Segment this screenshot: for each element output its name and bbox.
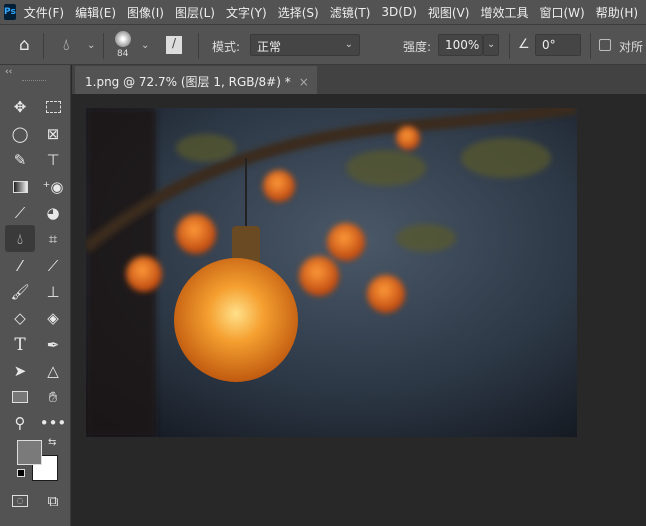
pen-tool-icon[interactable]: ✒︎ (40, 333, 66, 357)
options-bar: ⌂ 💧︎ ⌄ 84 ⌄ / 模式: 正常 ⌄ 强度: 100% ⌄ ∠ 0° 对所 (0, 24, 646, 65)
chevron-down-icon: ⌄ (344, 39, 353, 50)
blur-tool-preset-icon[interactable]: 💧︎ (63, 35, 69, 55)
move-tool-icon[interactable]: ✥ (7, 95, 33, 119)
divider (198, 33, 199, 59)
photoshop-logo: Ps (4, 4, 16, 20)
divider (103, 33, 104, 59)
menu-plugins[interactable]: 增效工具 (480, 4, 528, 21)
more-tools-icon[interactable]: ••• (40, 411, 67, 435)
brush-settings-icon[interactable]: / (166, 36, 182, 54)
menu-select[interactable]: 选择(S) (278, 4, 319, 21)
swap-colors-icon[interactable]: ⇆ (48, 437, 56, 448)
strength-dropdown[interactable]: ⌄ (483, 34, 499, 56)
rectangle-tool-icon[interactable] (7, 385, 33, 409)
strength-label: 强度: (403, 40, 432, 54)
menu-layer[interactable]: 图层(L) (175, 4, 215, 21)
lasso-tool-icon[interactable]: ◯ (7, 122, 33, 146)
frame-tool-icon[interactable]: ⊠ (40, 122, 66, 146)
brush-preview-icon[interactable] (115, 31, 131, 47)
hand-tool-icon[interactable]: ✋︎ (40, 385, 66, 409)
menu-3d[interactable]: 3D(D) (381, 5, 416, 19)
paint-bucket-tool-icon[interactable]: ◈ (40, 306, 66, 330)
zoom-tool-icon[interactable]: ⚲ (7, 411, 33, 435)
tools-panel: ‹‹ ✥ ◯ ⊠ ✎ ⊤ ⁺◉ ⟋ ◕ 💧︎ ⌗ ⁄ ⟋ 🖌︎ ⊥ ◇ ◈ T … (0, 65, 71, 526)
brush-tool-icon[interactable]: 🖌︎ (7, 280, 33, 304)
menu-image[interactable]: 图像(I) (127, 4, 164, 21)
chevron-down-icon: ⌄ (487, 39, 496, 50)
chevron-down-icon[interactable]: ⌄ (141, 40, 149, 51)
document-tab[interactable]: 1.png @ 72.7% (图层 1, RGB/8#) * × (75, 66, 317, 94)
divider (43, 33, 44, 59)
chevron-down-icon[interactable]: ⌄ (87, 40, 95, 51)
path-selection-tool-icon[interactable]: ➤ (7, 359, 33, 383)
menu-window[interactable]: 窗口(W) (539, 4, 584, 21)
crop-tool-icon[interactable]: ⌗ (40, 227, 66, 251)
menu-bar: Ps 文件(F) 编辑(E) 图像(I) 图层(L) 文字(Y) 选择(S) 滤… (0, 0, 646, 24)
sample-all-layers-checkbox[interactable] (599, 39, 611, 51)
foreground-color-swatch[interactable] (17, 440, 42, 465)
eyedropper-tool-icon[interactable]: ⟋ (7, 201, 33, 225)
panel-grip[interactable] (22, 80, 46, 82)
home-icon[interactable]: ⌂ (19, 35, 30, 55)
angle-input[interactable]: 0° (535, 34, 581, 56)
document-tab-title: 1.png @ 72.7% (图层 1, RGB/8#) * (85, 75, 291, 89)
quick-selection-tool-icon[interactable]: ✎ (7, 148, 33, 172)
sample-all-layers-label: 对所 (619, 40, 644, 54)
collapse-panel-button[interactable]: ‹‹ (5, 67, 12, 77)
document-tab-bar: 1.png @ 72.7% (图层 1, RGB/8#) * × (72, 65, 646, 94)
blur-tool-icon[interactable]: 💧︎ (5, 225, 35, 252)
strength-input[interactable]: 100% (438, 34, 483, 56)
color-sampler-tool-icon[interactable]: ⟋ (40, 254, 66, 278)
red-eye-tool-icon[interactable]: ⁺◉ (40, 175, 66, 199)
menu-type[interactable]: 文字(Y) (226, 4, 267, 21)
magic-wand-tool-icon[interactable]: ⁄ (7, 254, 33, 278)
default-colors-icon[interactable] (17, 469, 25, 477)
divider (509, 33, 510, 59)
angle-icon: ∠ (518, 37, 530, 52)
quick-mask-icon[interactable]: ◌ (7, 489, 33, 513)
clone-stamp-tool-icon[interactable]: ⊥ (40, 280, 66, 304)
eraser-tool-icon[interactable]: ◇ (7, 306, 33, 330)
screen-mode-icon[interactable]: ⧉ (40, 489, 66, 513)
mode-select[interactable]: 正常 ⌄ (250, 34, 360, 56)
type-tool-icon[interactable]: T (7, 333, 33, 357)
smudge-tool-icon[interactable]: ◕ (40, 201, 66, 225)
menu-file[interactable]: 文件(F) (24, 4, 64, 21)
mode-value: 正常 (257, 40, 282, 54)
shape-triangle-tool-icon[interactable]: △ (40, 359, 66, 383)
mode-label: 模式: (212, 40, 241, 54)
canvas-image (86, 108, 577, 437)
marquee-tool-icon[interactable] (40, 95, 66, 119)
menu-filter[interactable]: 滤镜(T) (330, 4, 371, 21)
menu-edit[interactable]: 编辑(E) (75, 4, 116, 21)
close-tab-icon[interactable]: × (299, 75, 309, 89)
menu-view[interactable]: 视图(V) (428, 4, 470, 21)
type-mask-tool-icon[interactable]: ⊤ (40, 148, 66, 172)
menu-help[interactable]: 帮助(H) (596, 4, 638, 21)
document-canvas[interactable] (86, 108, 577, 437)
brush-size: 84 (117, 49, 129, 59)
gradient-tool-icon[interactable] (7, 175, 33, 199)
divider (590, 33, 591, 59)
